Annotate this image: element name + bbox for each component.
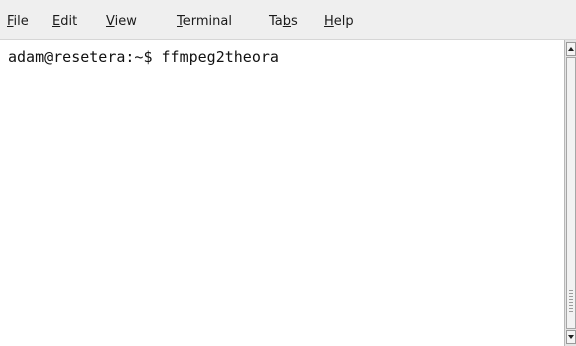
scroll-up-button[interactable] xyxy=(566,42,576,56)
shell-prompt: adam@resetera:~$ xyxy=(8,48,162,66)
command-text: ffmpeg2theora xyxy=(161,48,279,66)
menu-bar: File Edit View Terminal Tabs Help xyxy=(0,0,576,40)
scroll-down-button[interactable] xyxy=(566,330,576,344)
arrow-up-icon xyxy=(568,47,574,51)
arrow-down-icon xyxy=(568,335,574,339)
menu-terminal[interactable]: Terminal xyxy=(177,14,232,30)
scroll-thumb[interactable] xyxy=(566,57,576,329)
terminal-area[interactable]: adam@resetera:~$ ffmpeg2theora xyxy=(0,40,564,346)
grip-icon xyxy=(569,290,573,312)
menu-help[interactable]: Help xyxy=(324,14,354,30)
menu-file[interactable]: File xyxy=(7,14,29,30)
menu-view[interactable]: View xyxy=(106,14,137,30)
terminal-line: adam@resetera:~$ ffmpeg2theora xyxy=(8,47,279,67)
vertical-scrollbar[interactable] xyxy=(564,40,576,346)
menu-edit[interactable]: Edit xyxy=(52,14,77,30)
menu-tabs[interactable]: Tabs xyxy=(269,14,298,30)
